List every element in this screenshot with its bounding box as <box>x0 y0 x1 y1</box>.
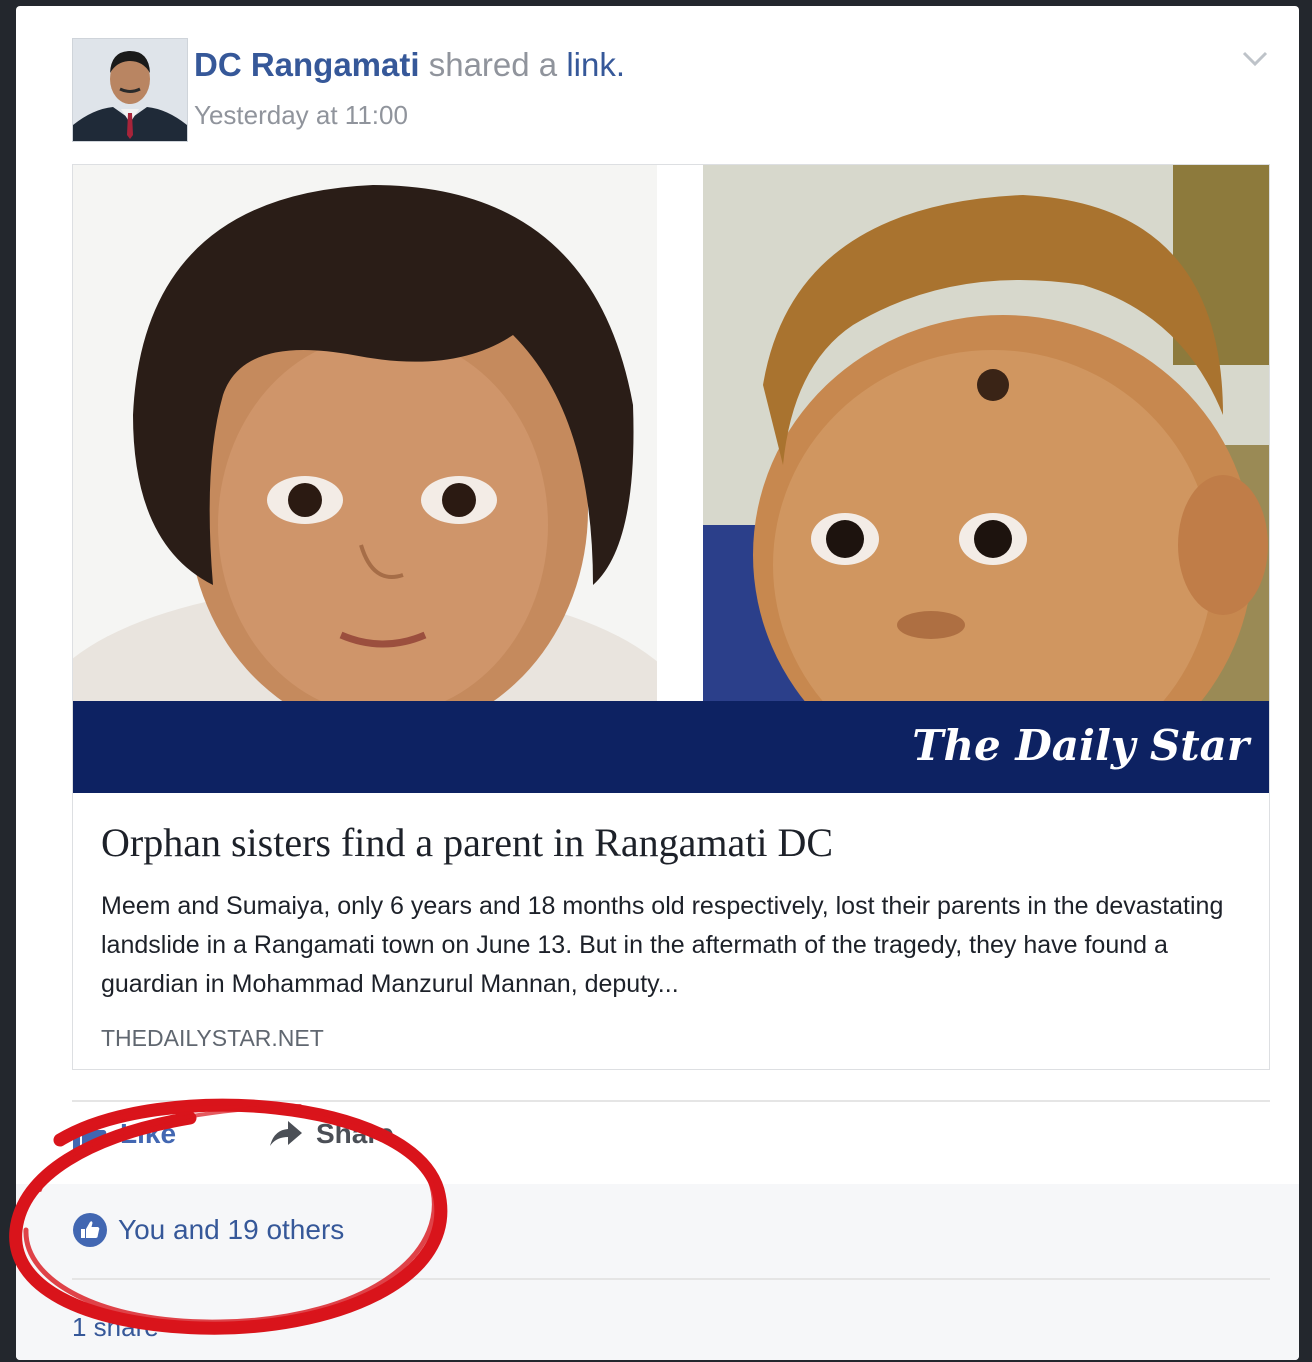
divider <box>72 1100 1270 1102</box>
share-arrow-icon <box>270 1121 302 1146</box>
like-button[interactable]: Like <box>72 1118 176 1150</box>
like-label: Like <box>120 1118 177 1149</box>
link-preview[interactable]: The Daily Star Orphan sisters find a par… <box>72 164 1270 1070</box>
like-badge-icon <box>73 1213 107 1247</box>
share-label: Share <box>316 1118 394 1149</box>
link-domain: THEDAILYSTAR.NET <box>101 1025 324 1051</box>
reactions-area: You and 19 others 1 share <box>16 1184 1299 1360</box>
post-header-line: DC Rangamati shared a link. <box>194 46 625 84</box>
post-card: DC Rangamati shared a link. Yesterday at… <box>16 6 1299 1360</box>
share-button[interactable]: Share <box>268 1118 394 1150</box>
shares-count-link[interactable]: 1 share <box>72 1312 159 1343</box>
shared-link-text[interactable]: link. <box>566 46 625 83</box>
chevron-down-icon[interactable] <box>1237 40 1273 76</box>
photo-left-child <box>73 165 657 701</box>
masthead-band: The Daily Star <box>73 701 1269 793</box>
author-avatar[interactable] <box>72 38 188 142</box>
reactions-summary[interactable]: You and 19 others <box>72 1212 344 1248</box>
divider <box>72 1278 1270 1280</box>
shared-text: shared a <box>428 46 558 83</box>
link-headline[interactable]: Orphan sisters find a parent in Rangamat… <box>101 819 833 866</box>
masthead-logo: The Daily Star <box>912 721 1249 770</box>
post-timestamp[interactable]: Yesterday at 11:00 <box>194 100 408 131</box>
photo-right-child <box>703 165 1269 701</box>
link-summary: Meem and Sumaiya, only 6 years and 18 mo… <box>101 892 1224 998</box>
author-name-link[interactable]: DC Rangamati <box>194 46 420 83</box>
thumbs-up-icon <box>73 1119 107 1149</box>
reactions-text: You and 19 others <box>118 1214 345 1245</box>
